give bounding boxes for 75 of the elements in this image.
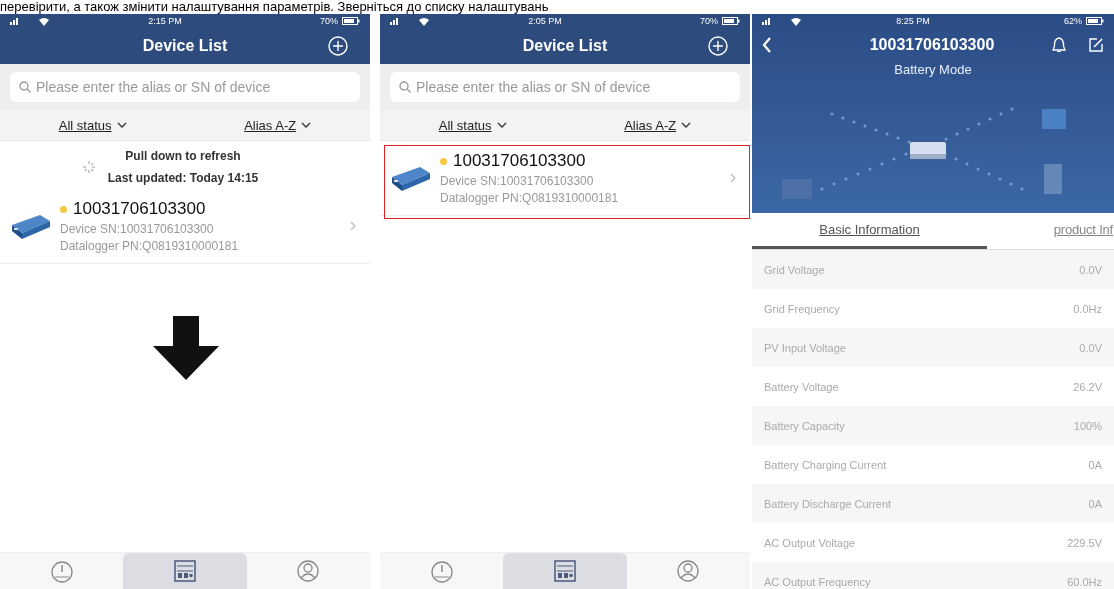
device-title: 10031706103300 [868,36,996,54]
row-value: 0.0Hz [1073,302,1102,315]
row-value: 0A [1088,497,1102,510]
loading-spinner-icon [81,160,96,174]
wifi-icon [38,16,50,26]
row-value: 0.0V [1079,341,1102,354]
search-field[interactable]: Please enter the alias or SN of device [10,72,360,102]
datalogger-pn: Datalogger PN:Q0819310000181 [60,239,240,253]
battery-percent: 70% [700,16,718,26]
add-icon[interactable] [708,36,728,56]
status-time: 8:25 PM [895,16,931,26]
row-value: 229.5V [1067,536,1102,549]
screen-title: Device List [142,37,228,55]
row-value: 26.2V [1073,380,1102,393]
filter-dropdown[interactable]: Alias A-Z [624,117,692,133]
row-value: 0A [1088,458,1102,471]
screen-title: Device List [522,37,608,55]
refresh-hint: Pull down to refresh [125,149,241,163]
tab-bar-item[interactable] [503,553,627,589]
row-label: Battery Capacity [764,419,845,432]
device-name: 10031706103300 [73,199,206,219]
battery-icon [342,17,360,25]
chevron-down-icon [496,122,507,128]
device-sn: Device SN:10031706103300 [440,174,595,188]
user-icon [296,559,321,583]
row-label: AC Output Frequency [764,575,871,588]
search-icon [399,81,411,93]
user-icon [676,559,701,583]
status-dot [60,205,67,213]
filter-dropdown[interactable]: Alias A-Z [244,117,312,133]
wifi-icon [790,16,802,26]
device-name: 10031706103300 [453,151,586,171]
gauge-icon [429,559,454,583]
chevron-right-icon [350,221,356,231]
wifi-icon [418,16,430,26]
mode-text: Battery Mode [893,62,973,77]
chevron-down-icon [301,122,312,128]
row-label: AC Output Voltage [764,536,856,549]
back-icon[interactable] [762,36,772,54]
device-row[interactable]: 10031706103300 Device SN:10031706103300 Datalogger PN:Q0819310000181 [0,189,370,264]
status-time: 2:05 PM [527,16,563,26]
filter-dropdown[interactable]: All status [58,117,127,133]
chevron-right-icon [730,173,736,183]
tab-bar-item[interactable] [123,553,247,589]
battery-icon [722,17,740,25]
status-time: 2:15 PM [147,16,183,26]
search-icon [19,81,31,93]
last-updated-text: Last updated: Today 14:15 [107,171,259,185]
row-label: Grid Frequency [764,302,840,315]
device-sn: Device SN:10031706103300 [60,222,215,236]
search-field[interactable]: Please enter the alias or SN of device [390,72,740,102]
row-value: 0.0V [1079,263,1102,276]
chevron-down-icon [116,122,127,128]
add-icon[interactable] [328,36,348,56]
row-label: Battery Discharge Current [764,497,892,510]
device-row[interactable]: 10031706103300 Device SN:10031706103300 Datalogger PN:Q0819310000181 [380,141,750,216]
row-label: PV Input Voltage [764,341,846,354]
row-value: 60.0Hz [1067,575,1102,588]
document-text: перевірити, а також змінити налаштування параметрів. Зверніться до списку налаштувань [0,0,550,14]
row-label: Grid Voltage [764,263,825,276]
row-label: Battery Voltage [764,380,839,393]
device-panel-icon [173,559,197,583]
datalogger-pn: Datalogger PN:Q0819310000181 [440,191,620,205]
device-panel-icon [553,559,577,583]
status-dot [440,157,447,165]
battery-percent: 62% [1064,16,1082,26]
bell-icon[interactable] [1052,37,1066,53]
battery-icon [1086,17,1104,25]
filter-dropdown[interactable]: All status [438,117,507,133]
gauge-icon [49,559,74,583]
row-value: 100% [1073,419,1102,432]
edit-icon[interactable] [1088,37,1104,53]
battery-percent: 70% [320,16,338,26]
row-label: Battery Charging Current [764,458,887,471]
chevron-down-icon [681,122,692,128]
